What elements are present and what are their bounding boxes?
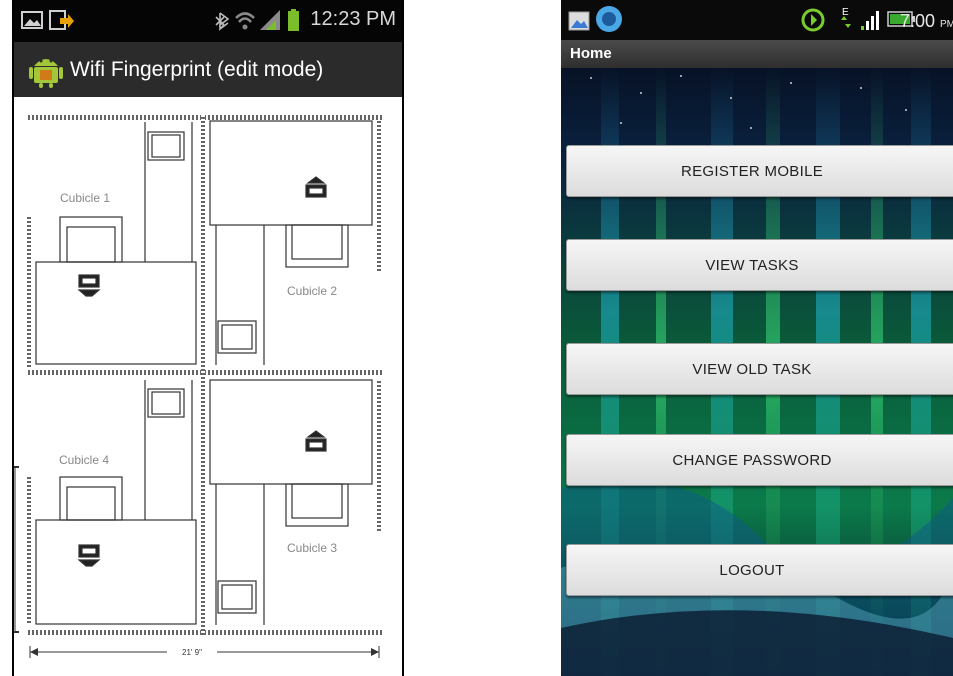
register-mobile-label: REGISTER MOBILE (680, 162, 824, 180)
status-bar: E 7:00 PM (561, 0, 953, 40)
status-icons: E (568, 6, 915, 32)
battery-icon (288, 9, 299, 31)
logout-label: LOGOUT (719, 561, 785, 579)
width-dimension-label: 21' 9" (182, 648, 202, 657)
screen-title: Home (570, 45, 612, 62)
change-password-label: CHANGE PASSWORD (672, 451, 832, 469)
width-dimension (29, 646, 380, 658)
view-tasks-label: VIEW TASKS (705, 256, 799, 274)
title-bar: Home (561, 40, 953, 68)
cubicle-4 (35, 380, 197, 625)
cubicle-label-3: Cubicle 3 (287, 541, 337, 555)
status-bar: 12:23 PM (12, 0, 404, 42)
signal-strength-icon (861, 11, 879, 30)
left-phone-screen: 12:23 PM Wifi Fingerprint (edit mode) Cu… (12, 0, 404, 676)
bluetooth-icon (215, 12, 230, 31)
register-mobile-button[interactable]: REGISTER MOBILE (566, 145, 953, 197)
cubicle-label-2: Cubicle 2 (287, 284, 337, 298)
view-old-task-label: VIEW OLD TASK (692, 360, 812, 378)
status-icons (21, 9, 299, 31)
cubicle-label-4: Cubicle 4 (59, 453, 109, 467)
data-transfer-icon: E (841, 7, 851, 28)
download-notification-icon (49, 10, 74, 30)
floor-plan[interactable]: Cubicle 1 Cubicle 2 Cubicle 4 Cubicle 3 … (12, 97, 404, 676)
right-phone-screen: E 7:00 PM Home REGISTER MOBILE VIEW TASK… (561, 0, 953, 676)
cubicle-label-1: Cubicle 1 (60, 191, 110, 205)
view-tasks-button[interactable]: VIEW TASKS (566, 239, 953, 291)
app-notification-icon (596, 6, 622, 32)
android-robot-icon (29, 59, 63, 88)
center-wall (201, 115, 205, 635)
cubicle-2 (209, 120, 373, 365)
logout-button[interactable]: LOGOUT (566, 544, 953, 596)
svg-text:E: E (842, 7, 849, 18)
app-bar: Wifi Fingerprint (edit mode) (12, 42, 404, 97)
cubicle-3 (209, 379, 373, 625)
status-time: 12:23 PM (310, 8, 396, 30)
change-password-button[interactable]: CHANGE PASSWORD (566, 434, 953, 486)
gallery-notification-icon (568, 11, 590, 31)
wifi-icon (235, 12, 255, 30)
status-time: 7:00 PM (899, 11, 953, 31)
app-title: Wifi Fingerprint (edit mode) (70, 58, 324, 81)
cubicle-1 (35, 122, 197, 365)
sync-icon (801, 8, 825, 32)
signal-strength-icon (260, 10, 280, 30)
image-notification-icon (21, 11, 43, 29)
view-old-task-button[interactable]: VIEW OLD TASK (566, 343, 953, 395)
